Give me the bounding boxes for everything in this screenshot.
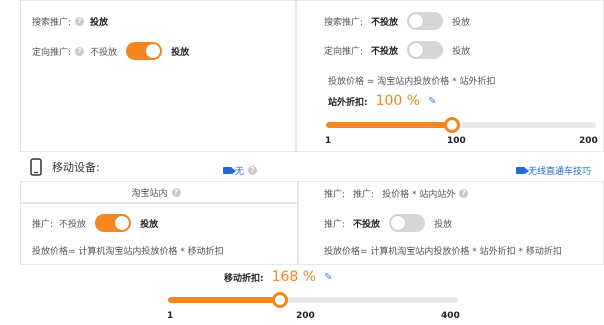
discount-value: 100 % — [375, 93, 421, 109]
toggle-knob — [391, 216, 406, 230]
mobile-discount: 移动折扣: 168 % ✎ — [224, 268, 332, 286]
help-icon[interactable]: ? — [248, 166, 258, 175]
slider-tick-mid: 200 — [296, 311, 315, 321]
mobile-right-formula: 投放价格= 计算机淘宝站内投放价格 * 站外折扣 * 移动折扣 — [324, 244, 562, 257]
on-label: 投放 — [452, 46, 471, 57]
targeted-promo-right: 定向推广: 不投放 投放 — [324, 41, 470, 59]
tag-text: 无 — [235, 167, 245, 177]
targeted-promo-label: 定向推广: — [32, 47, 72, 58]
toggle-knob — [409, 43, 424, 57]
targeted-promo-toggle[interactable] — [126, 42, 163, 60]
mobile-promo-right: 推广: 不投放 投放 — [324, 214, 452, 232]
slider-tick-max: 200 — [579, 136, 598, 146]
mobile-title: 移动设备: — [52, 161, 100, 174]
on-label: 投放 — [452, 17, 471, 28]
tab-label: 淘宝站内 — [131, 188, 168, 199]
search-promo-toggle[interactable] — [407, 12, 444, 30]
mobile-promo-left: 推广: 不投放 投放 — [32, 214, 158, 232]
pc-price-formula: 投放价格 = 淘宝站内投放价格 * 站外折扣 — [328, 74, 496, 87]
slider-fill — [168, 297, 280, 303]
tips-link[interactable]: 无线直通车技巧 — [528, 164, 591, 177]
search-promo-label: 搜索推广: — [324, 17, 364, 28]
slider-tick-max: 400 — [441, 311, 460, 321]
mobile-left-formula: 投放价格= 计算机淘宝站内投放价格 * 移动折扣 — [32, 244, 224, 257]
mobile-left-tab: 淘宝站内 ? — [20, 181, 298, 203]
header-label: 推广: — [324, 190, 346, 200]
edit-pencil-icon[interactable]: ✎ — [428, 96, 436, 107]
targeted-promo-label: 定向推广: — [324, 46, 364, 57]
help-icon[interactable]: ? — [75, 16, 85, 26]
mobile-header: 移动设备: — [30, 157, 100, 177]
formula-text: 投放价格= 计算机淘宝站内投放价格 * 站外折扣 * 移动折扣 — [324, 247, 562, 257]
offsite-discount-slider[interactable] — [326, 117, 596, 133]
formula-text: 投放价格= 计算机淘宝站内投放价格 * 移动折扣 — [32, 247, 224, 257]
mobile-left-tag[interactable]: 无 ? — [223, 164, 263, 177]
video-icon — [516, 167, 529, 174]
toggle-knob — [115, 216, 130, 230]
off-label: 不投放 — [90, 47, 118, 58]
mobile-right-tag[interactable]: 无线直通车技巧 — [516, 164, 591, 177]
slider-tick-mid: 100 — [447, 136, 466, 146]
slider-tick-min: 1 — [325, 136, 332, 146]
discount-value: 168 % — [271, 269, 317, 285]
search-promo-label: 搜索推广: — [32, 17, 72, 28]
edit-pencil-icon[interactable]: ✎ — [324, 272, 332, 283]
slider-handle[interactable] — [271, 292, 288, 308]
off-label: 不投放 — [353, 219, 381, 230]
targeted-promo-toggle[interactable] — [407, 41, 444, 59]
on-label: 投放 — [140, 219, 159, 230]
slider-fill — [326, 122, 453, 128]
on-label: 投放 — [434, 219, 453, 230]
promo-label: 推广: — [324, 219, 346, 230]
help-icon[interactable]: ? — [171, 187, 181, 197]
off-label: 不投放 — [59, 219, 87, 230]
formula-text: 投放价格 = 淘宝站内投放价格 * 站外折扣 — [328, 77, 496, 87]
mobile-promo-toggle[interactable] — [95, 214, 132, 232]
search-promo-left: 搜索推广: ? 投放 — [32, 12, 108, 30]
mobile-discount-slider[interactable] — [168, 292, 458, 308]
targeted-promo-left: 定向推广: ? 不投放 投放 — [32, 42, 189, 60]
help-icon[interactable]: ? — [75, 46, 85, 56]
video-icon — [223, 167, 236, 174]
header-value: 投价格 * 站内站外 — [382, 190, 456, 200]
on-label: 投放 — [171, 47, 190, 58]
mobile-phone-icon — [30, 158, 42, 176]
search-promo-value: 投放 — [90, 17, 109, 28]
toggle-knob — [146, 44, 161, 58]
toggle-knob — [409, 14, 424, 28]
header-label: 推广: — [353, 190, 375, 200]
mobile-right-header: 推广: 推广: 投价格 * 站内站外 ? — [324, 187, 474, 200]
off-label: 不投放 — [371, 17, 399, 28]
offsite-discount: 站外折扣: 100 % ✎ — [328, 92, 436, 110]
promo-label: 推广: — [32, 219, 54, 230]
search-promo-right: 搜索推广: 不投放 投放 — [324, 12, 470, 30]
help-icon[interactable]: ? — [459, 189, 469, 198]
off-label: 不投放 — [371, 46, 399, 57]
discount-label: 站外折扣: — [328, 97, 368, 108]
slider-tick-min: 1 — [167, 311, 174, 321]
discount-label: 移动折扣: — [224, 273, 264, 284]
mobile-offsite-toggle[interactable] — [389, 214, 426, 232]
